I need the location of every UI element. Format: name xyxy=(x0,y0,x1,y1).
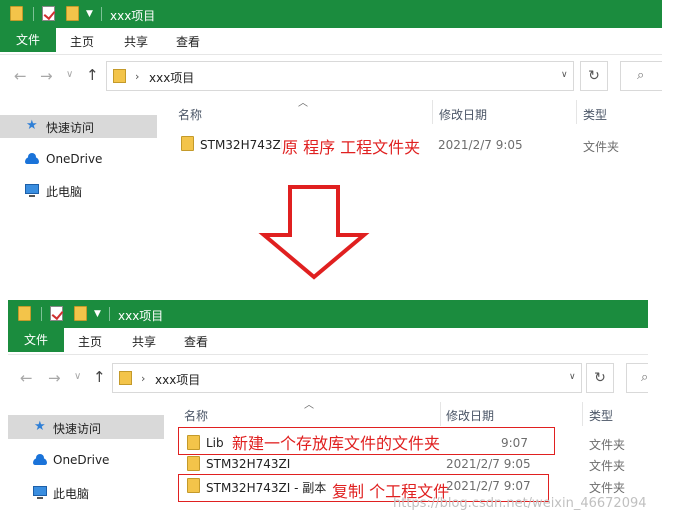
cloud-icon xyxy=(33,454,47,465)
column-header-date[interactable]: 修改日期 xyxy=(446,407,494,424)
computer-icon xyxy=(25,184,39,197)
ribbon-tabs: 文件 主页 共享 查看 xyxy=(8,328,648,355)
refresh-icon[interactable]: ↻ xyxy=(580,61,608,91)
sidebar-item-this-pc[interactable]: 此电脑 xyxy=(0,179,157,202)
separator xyxy=(101,7,102,21)
down-arrow-icon xyxy=(258,185,370,280)
sidebar-item-label: OneDrive xyxy=(53,453,110,467)
search-icon[interactable]: ⌕ xyxy=(626,363,648,393)
star-icon: ★ xyxy=(26,118,38,133)
forward-arrow-icon[interactable]: → xyxy=(48,369,61,387)
tab-file[interactable]: 文件 xyxy=(0,28,56,52)
row-type: 文件夹 xyxy=(589,459,626,473)
recent-chevron-icon[interactable]: ∨ xyxy=(74,371,81,382)
window-title: xxx项目 xyxy=(118,309,164,323)
sort-arrow-icon: ︿ xyxy=(304,400,314,411)
back-arrow-icon[interactable]: ← xyxy=(20,369,33,387)
address-bar-row: ← → ∨ ↑ › xxx项目 ∨ ↻ ⌕ xyxy=(8,360,648,396)
sidebar-item-label: 快速访问 xyxy=(53,422,102,436)
sidebar-item-label: 此电脑 xyxy=(53,487,90,501)
new-folder-icon[interactable] xyxy=(66,6,79,21)
annotation-text: 原 程序 工程文件夹 xyxy=(282,134,423,158)
address-bar-row: ← → ∨ ↑ › xxx项目 ∨ ↻ ⌕ xyxy=(0,58,662,94)
star-icon: ★ xyxy=(34,419,46,434)
tab-home[interactable]: 主页 xyxy=(70,33,94,50)
column-header-date[interactable]: 修改日期 xyxy=(439,106,487,123)
up-arrow-icon[interactable]: ↑ xyxy=(86,66,99,84)
tab-share[interactable]: 共享 xyxy=(132,333,156,350)
checkmark-icon[interactable] xyxy=(42,6,55,21)
search-icon[interactable]: ⌕ xyxy=(620,61,662,91)
column-divider xyxy=(440,402,441,426)
row-name: STM32H743ZI xyxy=(200,138,285,152)
address-box[interactable]: › xxx项目 ∨ xyxy=(112,363,582,393)
file-list: ︿ 名称 修改日期 类型 2021/2/7 9:05 文件夹 STM32H743… xyxy=(160,94,662,205)
title-bar: ▼ xxx项目 xyxy=(8,300,648,328)
window-title: xxx项目 xyxy=(110,9,156,23)
cloud-icon xyxy=(25,153,39,164)
annotation-text: 新建一个存放库文件的文件夹 xyxy=(232,434,441,453)
sidebar-item-label: 此电脑 xyxy=(46,185,83,199)
address-path[interactable]: xxx项目 xyxy=(155,371,200,388)
column-header-name[interactable]: 名称 xyxy=(178,106,202,123)
explorer-window-top: ▼ xxx项目 文件 主页 共享 查看 ← → ∨ ↑ › xxx项目 ∨ ↻ … xyxy=(0,0,662,205)
table-row[interactable]: STM32H743ZI 2021/2/7 9:05 文件夹 xyxy=(168,453,648,475)
column-divider xyxy=(432,100,433,124)
ribbon-tabs: 文件 主页 共享 查看 xyxy=(0,28,662,55)
separator xyxy=(109,307,110,321)
row-name: STM32H743ZI xyxy=(206,457,291,471)
chevron-down-icon[interactable]: ▼ xyxy=(94,309,101,319)
tab-file[interactable]: 文件 xyxy=(8,328,64,352)
computer-icon xyxy=(33,486,47,499)
tab-view[interactable]: 查看 xyxy=(176,33,200,50)
tab-share[interactable]: 共享 xyxy=(124,33,148,50)
row-type: 文件夹 xyxy=(583,140,620,154)
sidebar-item-quick-access[interactable]: ★ 快速访问 xyxy=(0,115,157,138)
address-box[interactable]: › xxx项目 ∨ xyxy=(106,61,574,91)
folder-icon[interactable] xyxy=(10,6,23,21)
sort-arrow-icon: ︿ xyxy=(298,98,308,109)
up-arrow-icon[interactable]: ↑ xyxy=(93,368,106,386)
chevron-down-icon[interactable]: ∨ xyxy=(561,70,568,80)
column-header-name[interactable]: 名称 xyxy=(184,407,208,424)
address-path[interactable]: xxx项目 xyxy=(149,69,194,86)
title-bar: ▼ xxx项目 xyxy=(0,0,662,28)
chevron-right-icon[interactable]: › xyxy=(135,70,139,83)
separator xyxy=(41,307,42,321)
sidebar-item-this-pc[interactable]: 此电脑 xyxy=(8,480,164,504)
column-header-type[interactable]: 类型 xyxy=(583,106,607,123)
tab-view[interactable]: 查看 xyxy=(184,333,208,350)
checkmark-icon[interactable] xyxy=(50,306,63,321)
chevron-right-icon[interactable]: › xyxy=(141,372,145,385)
separator xyxy=(33,7,34,21)
chevron-down-icon[interactable]: ∨ xyxy=(569,372,576,382)
recent-chevron-icon[interactable]: ∨ xyxy=(66,69,73,80)
sidebar-item-onedrive[interactable]: OneDrive xyxy=(0,148,157,171)
row-type: 文件夹 xyxy=(589,438,626,452)
sidebar-item-label: OneDrive xyxy=(46,152,103,166)
folder-icon xyxy=(119,371,132,385)
forward-arrow-icon[interactable]: → xyxy=(40,67,53,85)
sidebar-item-quick-access[interactable]: ★ 快速访问 xyxy=(8,415,164,439)
refresh-icon[interactable]: ↻ xyxy=(586,363,614,393)
column-header-type[interactable]: 类型 xyxy=(589,407,613,424)
column-divider xyxy=(576,100,577,124)
tab-home[interactable]: 主页 xyxy=(78,333,102,350)
row-date: 2021/2/7 9:05 xyxy=(438,138,523,152)
navigation-pane: ★ 快速访问 OneDrive 此电脑 xyxy=(0,104,158,205)
folder-icon xyxy=(113,69,126,83)
sidebar-item-label: 快速访问 xyxy=(46,121,95,135)
row-date: 2021/2/7 9:05 xyxy=(446,457,531,471)
row-type: 文件夹 xyxy=(589,481,626,495)
back-arrow-icon[interactable]: ← xyxy=(14,67,27,85)
folder-icon[interactable] xyxy=(18,306,31,321)
folder-icon xyxy=(187,456,200,471)
new-folder-icon[interactable] xyxy=(74,306,87,321)
sidebar-item-onedrive[interactable]: OneDrive xyxy=(8,448,164,472)
navigation-pane: ★ 快速访问 OneDrive 此电脑 xyxy=(8,404,166,516)
folder-icon xyxy=(181,136,194,151)
chevron-down-icon[interactable]: ▼ xyxy=(86,9,93,19)
watermark: https://blog.csdn.net/weixin_46672094 xyxy=(393,496,647,511)
column-divider xyxy=(582,402,583,426)
